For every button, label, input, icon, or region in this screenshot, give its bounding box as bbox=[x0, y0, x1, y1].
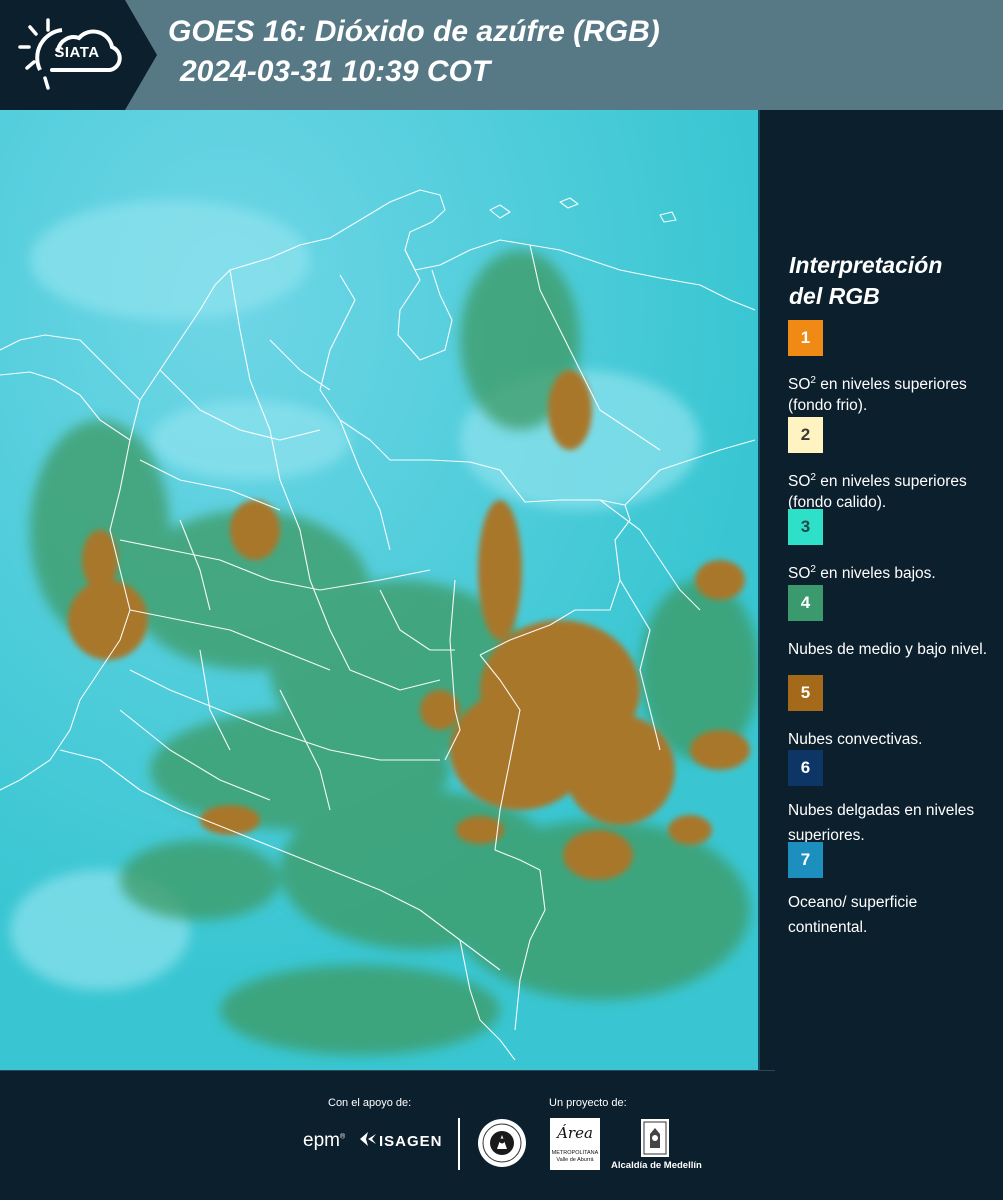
legend-description: SO2 en niveles superiores (fondo frio). bbox=[788, 375, 967, 415]
legend-description: Oceano/ superficie continental. bbox=[788, 894, 918, 937]
legend-description: Nubes delgadas en niveles superiores. bbox=[788, 802, 975, 845]
legend-item-7: 7 Oceano/ superficie continental. bbox=[788, 842, 988, 938]
legend-description: Nubes de medio y bajo nivel. bbox=[788, 641, 988, 659]
header-bar: SIATA GOES 16: Dióxido de azúfre (RGB) 2… bbox=[0, 0, 1003, 110]
legend-item-3: 3 SO2 en niveles bajos. bbox=[788, 509, 988, 584]
legend-item-2: 2 SO2 en niveles superiores (fondo calid… bbox=[788, 417, 988, 513]
legend-title: Interpretación del RGB bbox=[789, 250, 989, 312]
page-timestamp: 2024-03-31 10:39 COT bbox=[180, 55, 491, 88]
legend-title-line2: del RGB bbox=[789, 283, 880, 309]
footer: Con el apoyo de: Un proyecto de: epm® IS… bbox=[0, 1070, 1003, 1200]
siata-logo[interactable]: SIATA bbox=[0, 0, 160, 110]
legend-swatch: 3 bbox=[788, 509, 823, 545]
area-metropolitana-logo[interactable]: Área METROPOLITANA Valle de Aburrá bbox=[550, 1118, 600, 1170]
legend-number: 4 bbox=[800, 593, 811, 612]
legend-panel: Interpretación del RGB 1 SO2 en niveles … bbox=[760, 110, 1003, 1070]
medellin-seal-icon[interactable] bbox=[477, 1118, 527, 1168]
legend-swatch: 5 bbox=[788, 675, 823, 711]
legend-number: 2 bbox=[800, 425, 811, 444]
legend-description: Nubes convectivas. bbox=[788, 731, 923, 749]
legend-swatch: 2 bbox=[788, 417, 823, 453]
legend-title-line1: Interpretación bbox=[789, 252, 943, 278]
legend-swatch: 6 bbox=[788, 750, 823, 786]
legend-item-6: 6 Nubes delgadas en niveles superiores. bbox=[788, 750, 988, 846]
footer-vertical-divider bbox=[458, 1118, 460, 1170]
legend-swatch: 1 bbox=[788, 320, 823, 356]
satellite-image bbox=[0, 110, 758, 1070]
area-logo-text: Área bbox=[557, 1124, 593, 1142]
support-label: Con el apoyo de: bbox=[328, 1097, 412, 1109]
legend-number: 7 bbox=[800, 850, 811, 869]
page-title: GOES 16: Dióxido de azúfre (RGB) bbox=[168, 15, 660, 48]
isagen-icon bbox=[360, 1132, 376, 1150]
legend-item-1: 1 SO2 en niveles superiores (fondo frio)… bbox=[788, 320, 988, 416]
legend-swatch: 4 bbox=[788, 585, 823, 621]
legend-number: 1 bbox=[800, 328, 811, 347]
alcaldia-text: Alcaldía de Medellín bbox=[611, 1160, 702, 1171]
alcaldia-emblem-icon[interactable] bbox=[640, 1118, 670, 1158]
legend-number: 5 bbox=[800, 683, 811, 702]
legend-number: 3 bbox=[800, 517, 811, 536]
isagen-logo[interactable]: ISAGEN bbox=[360, 1132, 443, 1150]
satellite-map bbox=[0, 110, 758, 1070]
epm-logo[interactable]: epm® bbox=[303, 1130, 345, 1152]
project-label: Un proyecto de: bbox=[549, 1097, 627, 1109]
legend-number: 6 bbox=[800, 758, 811, 777]
area-logo-subtext: METROPOLITANA Valle de Aburrá bbox=[551, 1150, 599, 1163]
legend-description: SO2 en niveles superiores (fondo calido)… bbox=[788, 472, 967, 512]
legend-swatch: 7 bbox=[788, 842, 823, 878]
legend-description: SO2 en niveles bajos. bbox=[788, 564, 936, 583]
legend-item-4: 4 Nubes de medio y bajo nivel. bbox=[788, 585, 988, 660]
footer-divider-line bbox=[0, 1070, 775, 1071]
logo-text: SIATA bbox=[54, 44, 100, 61]
legend-item-5: 5 Nubes convectivas. bbox=[788, 675, 988, 750]
